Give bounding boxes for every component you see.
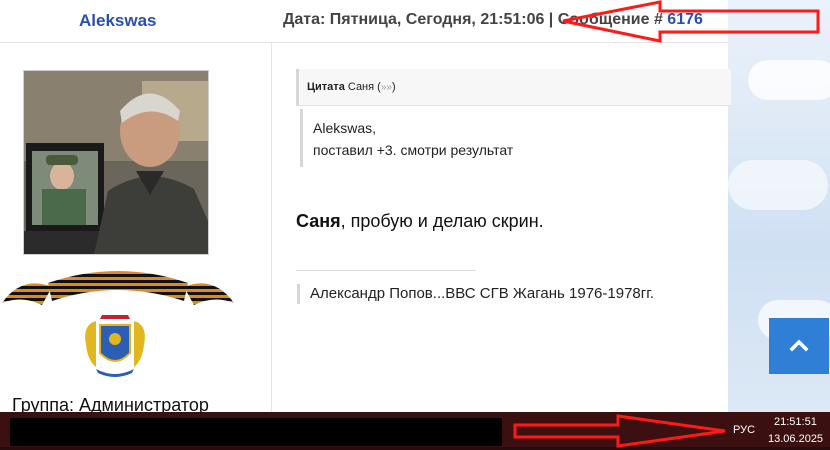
coat-of-arms-icon	[85, 315, 145, 377]
clock-time[interactable]: 21:51:51	[774, 416, 817, 428]
author-name[interactable]: Alekswas	[79, 11, 157, 31]
clock-date[interactable]: 13.06.2025	[768, 433, 823, 445]
quote-label: Цитата	[307, 81, 345, 93]
avatar-image	[24, 71, 208, 254]
redacted-area	[10, 418, 502, 446]
scroll-top-button[interactable]	[769, 318, 829, 374]
quote-line-2: поставил +3. смотри результат	[313, 142, 514, 158]
post-mention: Саня	[296, 211, 341, 231]
avatar[interactable]	[23, 70, 209, 255]
chevron-up-icon	[789, 339, 809, 352]
post-meta: Дата: Пятница, Сегодня, 21:51:06 | Сообщ…	[283, 11, 703, 29]
post-date: Дата: Пятница, Сегодня, 21:51:06 | Сообщ…	[283, 11, 668, 28]
author-sidebar: Группа: Администратор	[0, 43, 272, 415]
language-indicator[interactable]: РУС	[733, 424, 755, 436]
message-number-link[interactable]: 6176	[667, 11, 703, 28]
post-header: Alekswas Дата: Пятница, Сегодня, 21:51:0…	[0, 0, 728, 43]
quote-header: Цитата Саня (»»)	[296, 69, 731, 106]
quote-body: Alekswas, поставил +3. смотри результат	[300, 109, 731, 167]
double-arrow-icon[interactable]: »»	[381, 82, 392, 93]
signature: Александр Попов...ВВС СГВ Жагань 1976-19…	[297, 284, 654, 304]
post-message-text: , пробую и делаю скрин.	[340, 211, 544, 231]
quote-paren-close: )	[391, 81, 396, 93]
quote-author: Саня	[347, 81, 375, 93]
quote-paren-open: (	[374, 81, 381, 93]
st-george-ribbon-icon	[2, 271, 234, 305]
post-message: Саня, пробую и делаю скрин.	[296, 211, 544, 232]
quote-line-1: Alekswas,	[313, 120, 377, 136]
signature-divider	[296, 270, 476, 271]
taskbar: РУС 21:51:51 13.06.2025	[0, 412, 830, 450]
